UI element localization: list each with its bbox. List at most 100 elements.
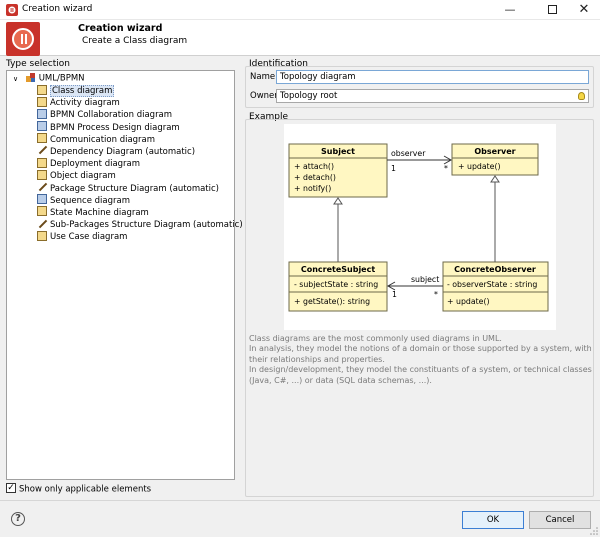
class-subject: Subject + attach() + detach() + notify() bbox=[288, 143, 388, 198]
subject-op-detach: + detach() bbox=[294, 173, 336, 182]
wizard-header: Creation wizard Create a Class diagram bbox=[0, 20, 600, 56]
name-label: Name bbox=[250, 72, 276, 82]
tree-item-label: Package Structure Diagram (automatic) bbox=[50, 183, 219, 194]
tree-item-label: Sub-Packages Structure Diagram (automati… bbox=[50, 220, 243, 231]
bpmn-process-icon bbox=[37, 121, 47, 132]
window-title: Creation wizard bbox=[22, 4, 93, 14]
assoc-bottom-mult-src: * bbox=[434, 290, 438, 299]
maximize-icon bbox=[547, 4, 557, 14]
tree-item-label: Activity diagram bbox=[50, 98, 120, 109]
show-only-label: Show only applicable elements bbox=[19, 484, 152, 495]
assoc-bottom-mult-dst: 1 bbox=[392, 290, 397, 299]
communication-diagram-icon bbox=[37, 133, 47, 144]
cancel-button[interactable]: Cancel bbox=[529, 511, 591, 529]
association-subject: subject * 1 bbox=[386, 275, 443, 299]
tree-item-label: Sequence diagram bbox=[50, 195, 130, 206]
tree-item[interactable]: BPMN Collaboration diagram bbox=[37, 108, 243, 121]
observer-op-update: + update() bbox=[458, 162, 501, 171]
tree-root-uml-bpmn[interactable]: ∨ UML/BPMN bbox=[13, 73, 85, 85]
sub-packages-icon bbox=[37, 219, 47, 229]
tree-item[interactable]: Object diagram bbox=[37, 169, 243, 182]
class-concrete-observer-name: ConcreteObserver bbox=[454, 265, 536, 274]
dialog-footer: ? OK Cancel bbox=[0, 500, 600, 537]
tree-item-label: BPMN Collaboration diagram bbox=[50, 110, 173, 121]
close-button[interactable]: ✕ bbox=[566, 0, 600, 20]
use-case-icon bbox=[37, 230, 47, 241]
tree-item[interactable]: Use Case diagram bbox=[37, 230, 243, 243]
assoc-top-mult-dst: * bbox=[444, 164, 448, 173]
concrete-observer-op: + update() bbox=[447, 297, 490, 306]
wizard-title: Creation wizard bbox=[78, 23, 163, 34]
tree-root-label: UML/BPMN bbox=[38, 73, 85, 84]
assoc-bottom-role: subject bbox=[411, 275, 439, 284]
resize-grip-icon[interactable] bbox=[590, 527, 598, 535]
assoc-top-role: observer bbox=[391, 149, 426, 158]
tree-item-label: Object diagram bbox=[50, 171, 116, 182]
owner-input[interactable]: Topology root bbox=[276, 89, 589, 103]
tree-item[interactable]: Dependency Diagram (automatic) bbox=[37, 146, 243, 158]
name-input[interactable]: Topology diagram bbox=[276, 70, 589, 84]
object-diagram-icon bbox=[37, 169, 47, 180]
tree-item[interactable]: Sub-Packages Structure Diagram (automati… bbox=[37, 219, 243, 231]
tree-item-label: Communication diagram bbox=[50, 134, 156, 145]
description-line-2: In analysis, they model the notions of a… bbox=[249, 344, 592, 364]
lightbulb-icon[interactable] bbox=[578, 92, 585, 100]
class-concrete-subject: ConcreteSubject - subjectState : string … bbox=[288, 261, 388, 312]
wizard-subtitle: Create a Class diagram bbox=[82, 36, 188, 46]
subject-op-notify: + notify() bbox=[294, 184, 331, 193]
owner-label: Owner bbox=[250, 91, 278, 101]
generalization-observer bbox=[490, 175, 500, 262]
tree-item-label: BPMN Process Design diagram bbox=[50, 122, 180, 133]
chevron-down-icon[interactable]: ∨ bbox=[13, 75, 23, 83]
show-only-checkbox[interactable]: ✓ bbox=[6, 483, 16, 493]
concrete-subject-op: + getState(): string bbox=[294, 297, 370, 306]
tree-item[interactable]: Package Structure Diagram (automatic) bbox=[37, 183, 243, 195]
wizard-logo-icon bbox=[6, 22, 40, 56]
tree-item[interactable]: Sequence diagram bbox=[37, 194, 243, 207]
tree-item-label: Class diagram bbox=[50, 85, 115, 97]
diagram-description: Class diagrams are the most commonly use… bbox=[249, 334, 594, 386]
tree-item[interactable]: State Machine diagram bbox=[37, 206, 243, 219]
uml-bpmn-icon bbox=[25, 73, 35, 82]
class-concrete-observer: ConcreteObserver - observerState : strin… bbox=[442, 261, 549, 312]
tree-item-label: Dependency Diagram (automatic) bbox=[50, 146, 196, 157]
state-machine-icon bbox=[37, 206, 47, 217]
minimize-button[interactable]: — bbox=[492, 0, 528, 20]
subject-op-attach: + attach() bbox=[294, 162, 334, 171]
deployment-diagram-icon bbox=[37, 157, 47, 168]
description-line-1: Class diagrams are the most commonly use… bbox=[249, 334, 502, 343]
type-selection-label: Type selection bbox=[6, 59, 70, 69]
title-bar: Creation wizard — ✕ bbox=[0, 0, 600, 20]
concrete-subject-attr: - subjectState : string bbox=[294, 280, 378, 289]
class-diagram-icon bbox=[37, 84, 47, 95]
ok-button[interactable]: OK bbox=[462, 511, 524, 529]
dependency-diagram-icon bbox=[37, 145, 47, 155]
help-icon[interactable]: ? bbox=[11, 512, 25, 526]
owner-value: Topology root bbox=[280, 91, 338, 101]
generalization-subject bbox=[333, 197, 343, 262]
class-observer: Observer + update() bbox=[451, 143, 539, 176]
association-observer: observer 1 * bbox=[387, 149, 453, 173]
tree-item-label: Deployment diagram bbox=[50, 159, 141, 170]
example-diagram: Subject + attach() + detach() + notify()… bbox=[284, 124, 556, 330]
activity-diagram-icon bbox=[37, 96, 47, 107]
tree-item[interactable]: Activity diagram bbox=[37, 96, 243, 109]
bpmn-collaboration-icon bbox=[37, 108, 47, 119]
class-concrete-subject-name: ConcreteSubject bbox=[301, 265, 376, 274]
tree-item-label: State Machine diagram bbox=[50, 207, 149, 218]
package-structure-icon bbox=[37, 182, 47, 192]
tree-item[interactable]: Class diagram bbox=[37, 84, 243, 97]
sequence-diagram-icon bbox=[37, 194, 47, 205]
type-tree[interactable]: ∨ UML/BPMN Class diagram Activity diagram… bbox=[6, 70, 243, 480]
maximize-button[interactable] bbox=[534, 0, 570, 20]
concrete-observer-attr: - observerState : string bbox=[447, 280, 537, 289]
tree-item[interactable]: BPMN Process Design diagram bbox=[37, 121, 243, 134]
tree-item[interactable]: Deployment diagram bbox=[37, 157, 243, 170]
assoc-top-mult-src: 1 bbox=[391, 164, 396, 173]
app-icon bbox=[6, 4, 18, 16]
tree-item-label: Use Case diagram bbox=[50, 232, 128, 243]
class-subject-name: Subject bbox=[321, 147, 355, 156]
show-only-applicable[interactable]: ✓ Show only applicable elements bbox=[6, 483, 152, 495]
tree-item[interactable]: Communication diagram bbox=[37, 133, 243, 146]
description-line-3: In design/development, they model the co… bbox=[249, 365, 592, 385]
